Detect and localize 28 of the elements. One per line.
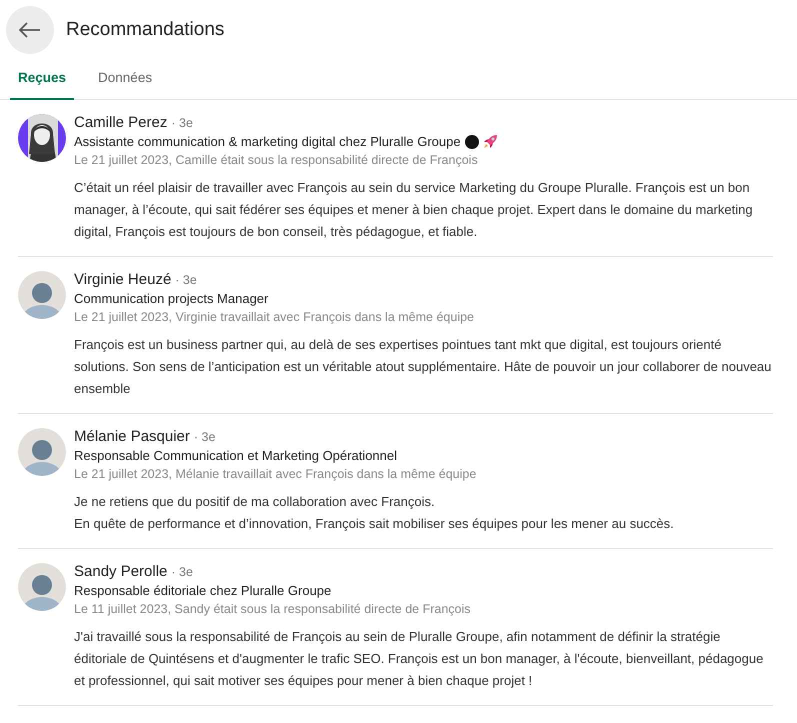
job-headline: Responsable éditoriale chez Pluralle Groupe bbox=[74, 583, 332, 598]
page-title: Recommandations bbox=[66, 19, 224, 41]
person-name[interactable]: Virginie Heuzé bbox=[74, 271, 172, 288]
relationship-context: Le 11 juillet 2023, Sandy était sous la responsabilité directe de François bbox=[74, 602, 472, 616]
recommendation-text: Je ne retiens que du positif de ma collaboration avec François. En quête de performance et d’innovation, François sait mobiliser ses équipes pour les mener au succès. bbox=[74, 493, 675, 533]
tab[interactable]: Reçues bbox=[10, 62, 74, 100]
avatar-icon[interactable] bbox=[18, 271, 66, 319]
relationship-context: Le 21 juillet 2023, Virginie travaillait avec François dans la même équipe bbox=[74, 310, 475, 324]
relationship-context: Le 21 juillet 2023, Camille était sous la responsabilité directe de François bbox=[74, 153, 479, 167]
back-button[interactable] bbox=[6, 6, 54, 54]
recommendation-text: François est un business partner qui, au delà de ses expertises pointues tant mkt que digital, est toujours orienté solutions. Son sens de l’anticipation est un véritable atout supplémentaire. Hâte de pouvoir un jour collaborer de nouveau ensemble bbox=[74, 336, 772, 398]
tab[interactable]: Données bbox=[90, 62, 160, 100]
avatar-icon[interactable] bbox=[18, 428, 66, 476]
job-headline: Responsable Communication et Marketing Opérationnel bbox=[74, 448, 398, 463]
person-name[interactable]: Camille Perez bbox=[74, 114, 168, 131]
connection-degree: · 3e bbox=[171, 565, 193, 579]
person-name[interactable]: Mélanie Pasquier bbox=[74, 428, 190, 445]
job-headline: Assistante communication & marketing digital chez Pluralle Groupe bbox=[74, 134, 461, 149]
recommendation-text: J'ai travaillé sous la responsabilité de François au sein de Pluralle Groupe, afin notamment de définir la stratégie éditoriale de Quintésens et d'augmenter le trafic SEO. François est un bon manager, à l'écoute, bienveillant, pédagogue et professionnel, qui sait motiver ses équipes pour mener à bien chaque projet ! bbox=[74, 628, 764, 690]
connection-degree: · 3e bbox=[175, 273, 197, 287]
back-arrow-icon bbox=[19, 22, 41, 38]
connection-degree: · 3e bbox=[194, 430, 216, 444]
person-name[interactable]: Sandy Perolle bbox=[74, 563, 168, 580]
relationship-context: Le 21 juillet 2023, Mélanie travaillait avec François dans la même équipe bbox=[74, 467, 478, 481]
connection-degree: · 3e bbox=[171, 116, 193, 130]
avatar-icon[interactable] bbox=[18, 563, 66, 611]
recommendation-text: C’était un réel plaisir de travailler avec François au sein du service Marketing du Groupe Pluralle. François est un bon manager, à l’écoute, qui sait fédérer ses équipes et mener à bien chaque projet. Expert dans le domaine du marketing digital, François est toujours de bon conseil, très pédagogue, et fiable. bbox=[74, 179, 754, 241]
job-headline: Communication projects Manager bbox=[74, 291, 268, 306]
